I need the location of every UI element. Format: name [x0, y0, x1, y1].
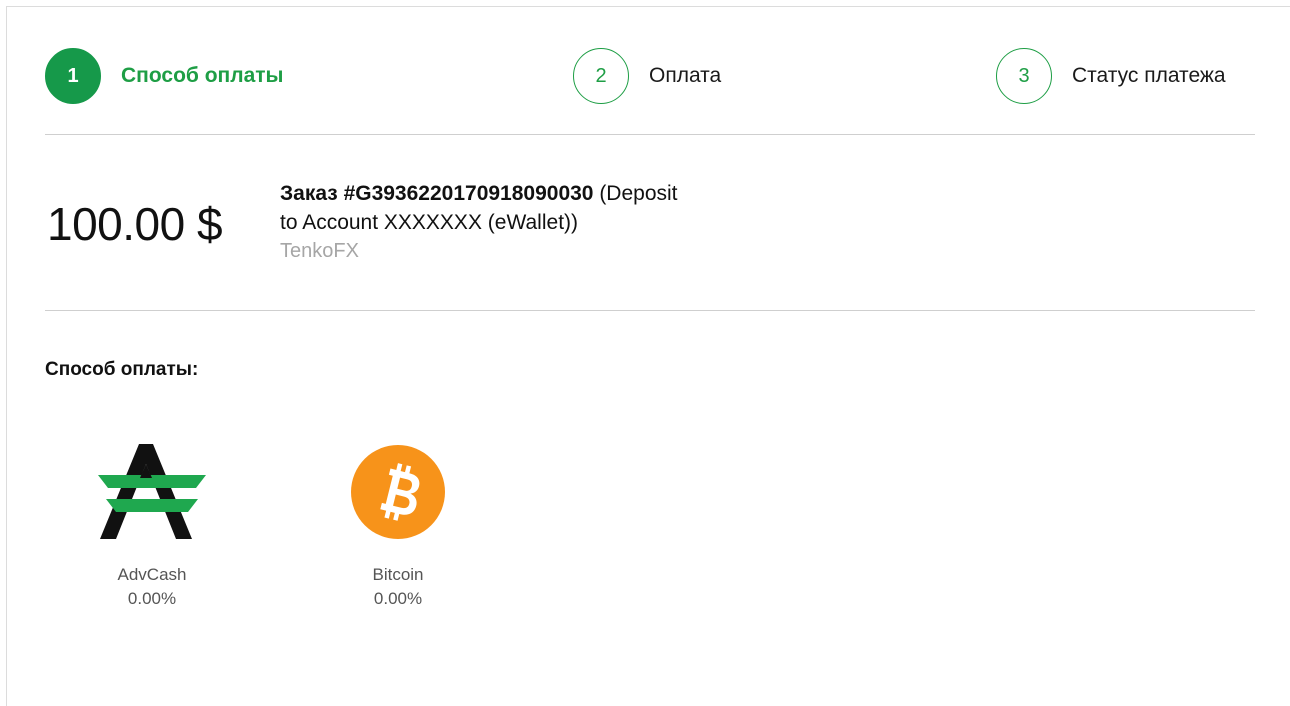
order-description-line2: to Account XXXXXXX (eWallet)) [280, 211, 579, 234]
step-number-badge: 2 [573, 48, 629, 104]
payment-method-name: Bitcoin [372, 565, 424, 584]
divider [45, 134, 1255, 135]
step-number-badge: 3 [996, 48, 1052, 104]
payment-method-bitcoin[interactable]: Bitcoin 0.00% [323, 437, 473, 609]
order-number-prefix: Заказ [280, 182, 344, 205]
payment-card: 1 Способ оплаты 2 Оплата 3 Статус платеж… [6, 6, 1290, 706]
payment-method-advcash[interactable]: AdvCash 0.00% [77, 437, 227, 609]
step-label: Способ оплаты [121, 64, 284, 87]
step-payment[interactable]: 2 Оплата [573, 47, 721, 105]
step-label: Оплата [649, 64, 722, 87]
step-payment-method[interactable]: 1 Способ оплаты [45, 47, 283, 105]
order-description: Заказ #G3936220170918090030 (Deposit to A… [280, 179, 780, 237]
payment-method-fee: 0.00% [373, 589, 423, 608]
divider [45, 310, 1255, 311]
bitcoin-logo-icon [323, 437, 473, 547]
step-number-badge: 1 [45, 48, 101, 104]
step-payment-status[interactable]: 3 Статус платежа [996, 47, 1226, 105]
order-amount: 100.00 $ [47, 198, 223, 250]
order-number: #G3936220170918090030 [343, 182, 594, 205]
merchant-name: TenkoFX [280, 240, 359, 262]
payment-method-fee: 0.00% [127, 589, 177, 608]
order-description-line1: (Deposit [593, 182, 678, 205]
checkout-steps: 1 Способ оплаты 2 Оплата 3 Статус платеж… [45, 47, 1257, 105]
payment-methods-title: Способ оплаты: [45, 359, 199, 380]
advcash-logo-icon [77, 437, 227, 547]
step-label: Статус платежа [1072, 64, 1226, 87]
payment-method-name: AdvCash [117, 565, 187, 584]
